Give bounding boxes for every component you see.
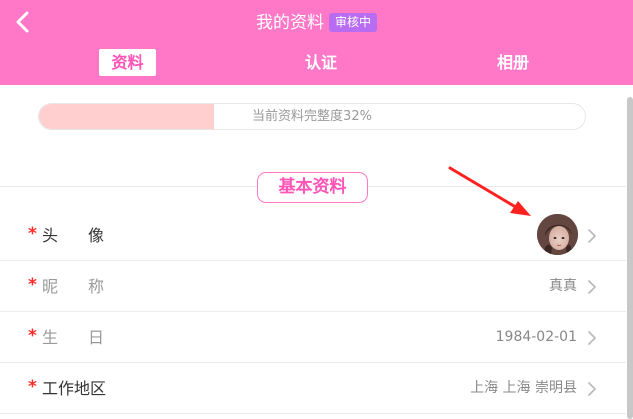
birthday-value: 1984-02-01 [495, 329, 577, 345]
progress-text: 当前资料完整度32% [252, 109, 372, 124]
chevron-right-icon [588, 229, 596, 243]
chevron-right-icon [588, 382, 596, 396]
row-label: 昵称 [42, 261, 104, 312]
profile-page: 我的资料 审核中 资料 认证 相册 当前资料完整度32% 基本资料 * 头像 *… [0, 0, 633, 419]
chevron-right-icon [588, 280, 596, 294]
header-bar: 我的资料 审核中 资料 认证 相册 [0, 0, 633, 85]
row-work-area[interactable]: * 工作地区 上海 上海 崇明县 [0, 363, 626, 414]
required-mark: * [28, 377, 37, 397]
required-mark: * [28, 224, 37, 244]
row-label-char: 头 [42, 226, 59, 245]
row-label: 工作地区 [42, 379, 107, 398]
review-status-badge: 审核中 [328, 13, 377, 32]
row-label: 生日 [42, 312, 104, 363]
tab-verification[interactable]: 认证 [293, 49, 349, 76]
row-label-char: 生 [42, 328, 59, 347]
tab-profile[interactable]: 资料 [99, 49, 156, 76]
required-mark: * [28, 275, 37, 295]
work-area-value: 上海 上海 崇明县 [470, 380, 577, 396]
page-title: 我的资料 [255, 13, 324, 33]
section-title: 基本资料 [257, 172, 368, 203]
nickname-value: 真真 [549, 278, 577, 294]
row-avatar[interactable]: * 头像 [0, 210, 626, 261]
chevron-right-icon [588, 331, 596, 345]
required-mark: * [28, 326, 37, 346]
row-nickname[interactable]: * 昵称 真真 [0, 261, 626, 312]
avatar[interactable] [537, 214, 578, 255]
tab-album[interactable]: 相册 [484, 49, 542, 76]
profile-completeness-bar: 当前资料完整度32% [38, 103, 586, 130]
row-label-char: 日 [88, 328, 105, 347]
row-label: 头像 [42, 210, 104, 261]
row-birthday[interactable]: * 生日 1984-02-01 [0, 312, 626, 363]
row-label-char: 昵 [42, 277, 59, 296]
page-title-container: 我的资料 审核中 [0, 11, 633, 35]
row-label-char: 称 [88, 277, 105, 296]
scrollbar[interactable] [627, 97, 633, 419]
row-label-char: 像 [88, 226, 105, 245]
